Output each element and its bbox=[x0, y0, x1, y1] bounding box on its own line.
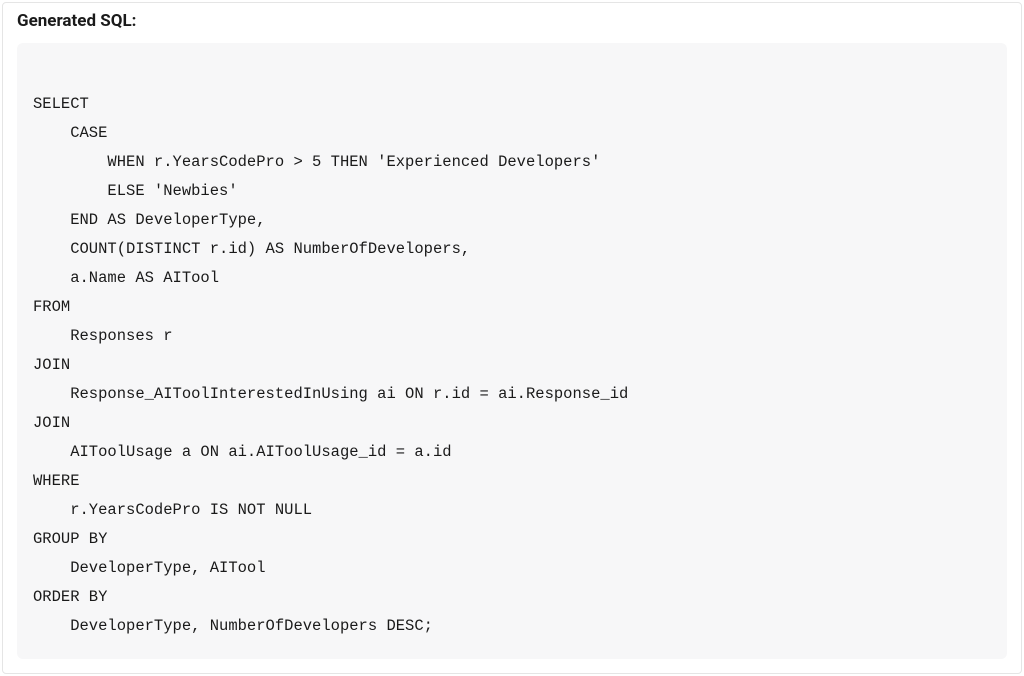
sql-code[interactable]: SELECT CASE WHEN r.YearsCodePro > 5 THEN… bbox=[33, 61, 991, 641]
section-title: Generated SQL: bbox=[17, 11, 1007, 31]
sql-output-panel: Generated SQL: SELECT CASE WHEN r.YearsC… bbox=[2, 2, 1022, 674]
code-block: SELECT CASE WHEN r.YearsCodePro > 5 THEN… bbox=[17, 43, 1007, 659]
